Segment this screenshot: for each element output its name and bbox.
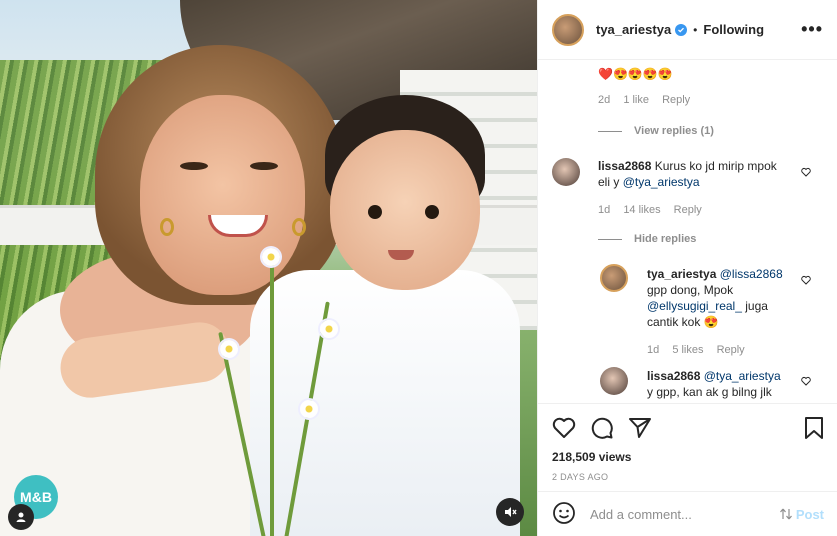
view-replies-button[interactable]: View replies (1) [598, 125, 714, 137]
reply-username[interactable]: tya_ariestya [647, 267, 716, 281]
reply-meta: 1d 5 likes Reply [647, 344, 755, 356]
tagged-users-icon[interactable] [8, 504, 34, 530]
photo-earring [292, 218, 306, 236]
photo-woman-eye [180, 162, 208, 170]
commenter-username[interactable]: lissa2868 [598, 159, 651, 173]
comment-bubble-icon[interactable] [590, 416, 614, 440]
photo-woman-eye [250, 162, 278, 170]
post-side-panel: tya_ariestya • Following ••• ❤️😍😍😍😍 2d 1… [537, 0, 837, 536]
reply-button[interactable]: Reply [717, 344, 745, 356]
author-avatar[interactable] [552, 13, 584, 46]
post-actions: 218,509 views 2 DAYS AGO [538, 403, 837, 482]
reply-button[interactable]: Reply [674, 204, 702, 216]
comments-list: ❤️😍😍😍😍 2d 1 like Reply View replies (1) … [538, 61, 837, 403]
like-reply-heart-icon[interactable] [801, 376, 811, 386]
author-username[interactable]: tya_ariestya [596, 22, 671, 37]
post-photo[interactable]: M&B [0, 0, 537, 536]
post-arrows-icon [779, 508, 792, 520]
photo-earring [160, 218, 174, 236]
comment-text: Kurus ko jd mirip mpok [651, 159, 777, 173]
mention-link[interactable]: @tya_ariestya [704, 369, 781, 383]
comment-age: 1d [598, 204, 611, 216]
post-header: tya_ariestya • Following ••• [538, 0, 837, 60]
reply-username[interactable]: lissa2868 [647, 369, 700, 383]
hide-replies-button[interactable]: Hide replies [598, 233, 696, 245]
more-options-icon[interactable]: ••• [801, 19, 823, 40]
header-separator: • [693, 22, 698, 37]
like-comment-heart-icon[interactable] [801, 167, 811, 177]
reply-author-avatar[interactable] [600, 367, 628, 395]
emoji-picker-icon[interactable] [552, 501, 576, 528]
save-bookmark-icon[interactable] [804, 416, 824, 440]
reply-age: 1d [647, 344, 660, 356]
reply-text: gpp dong, Mpok [647, 283, 734, 297]
reply-text: cantik kok 😍 [647, 315, 719, 329]
action-icons-row [552, 414, 824, 442]
comment-text: eli y [598, 175, 623, 189]
reply-text: juga [741, 299, 768, 313]
commenter-avatar[interactable] [552, 158, 580, 186]
reply-body: tya_ariestya @lissa2868 gpp dong, Mpok @… [647, 266, 807, 330]
photo-boy-eye [425, 205, 439, 219]
comment-emoji-text: ❤️😍😍😍😍 [598, 67, 673, 81]
reply-author-avatar[interactable] [600, 264, 628, 292]
views-count[interactable]: 218,509 views [552, 450, 824, 464]
like-heart-icon[interactable] [552, 417, 576, 439]
reply-likes[interactable]: 5 likes [672, 344, 703, 356]
comment-input[interactable]: Add a comment... [590, 507, 692, 522]
comment-likes[interactable]: 14 likes [623, 204, 660, 216]
mention-link[interactable]: @lissa2868 [720, 267, 783, 281]
mute-audio-button[interactable] [496, 498, 524, 526]
photo-boy-eye [368, 205, 382, 219]
reply-body: lissa2868 @tya_ariestya y gpp, kan ak g … [647, 368, 807, 400]
comment-body: lissa2868 Kurus ko jd mirip mpok eli y @… [598, 158, 798, 190]
mention-link[interactable]: @tya_ariestya [623, 175, 700, 189]
post-date[interactable]: 2 DAYS AGO [552, 472, 824, 482]
comment-meta: 1d 14 likes Reply [598, 204, 712, 216]
comment-meta: 2d 1 like Reply [598, 94, 700, 106]
instagram-post-viewer: M&B tya_ariestya • Following ••• ❤️😍😍😍😍 … [0, 0, 837, 536]
following-button[interactable]: Following [703, 22, 764, 37]
post-comment-button[interactable]: Post [779, 507, 824, 522]
add-comment-bar: Add a comment... Post [538, 491, 837, 536]
mention-link[interactable]: @ellysugigi_real_ [647, 299, 742, 313]
photo-flowers [200, 240, 360, 536]
verified-badge-icon [675, 23, 688, 36]
like-reply-heart-icon[interactable] [801, 275, 811, 285]
comment-age: 2d [598, 94, 611, 106]
share-paper-plane-icon[interactable] [628, 416, 652, 440]
comment-likes[interactable]: 1 like [623, 94, 649, 106]
reply-button[interactable]: Reply [662, 94, 690, 106]
reply-text: y gpp, kan ak g bilng jlk [647, 385, 772, 399]
